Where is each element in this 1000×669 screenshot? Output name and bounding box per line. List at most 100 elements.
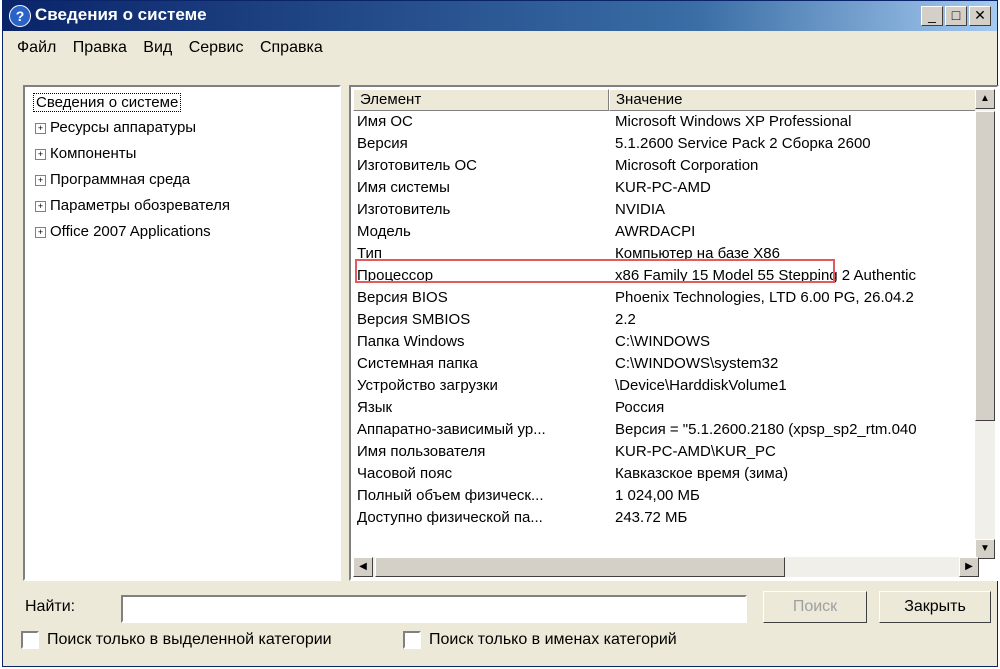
scroll-up-icon[interactable]: ▲ [975,89,995,109]
tree-item-label: Ресурсы аппаратуры [50,119,197,136]
row-element-name: Аппаратно-зависимый ур... [357,421,546,438]
row-element-value: \Device\HarddiskVolume1 [615,377,787,394]
row-element-name: Имя ОС [357,113,413,130]
menu-view[interactable]: Вид [143,39,172,57]
table-row[interactable]: Язык Россия [357,397,983,419]
window-title: Сведения о системе [35,5,207,24]
table-row[interactable]: Имя ОС Microsoft Windows XP Professional [357,111,983,133]
row-element-name: Версия SMBIOS [357,311,471,328]
row-element-name: Модель [357,223,411,240]
search-button[interactable]: Поиск [763,591,867,623]
tree-item-browser[interactable]: + Параметры обозревателя [35,197,230,214]
highlight-box [355,259,835,283]
checkbox-icon[interactable] [21,631,39,649]
tree-item-office[interactable]: + Office 2007 Applications [35,223,211,240]
table-row[interactable]: Изготовитель NVIDIA [357,199,983,221]
checkbox-label: Поиск только в именах категорий [429,631,677,649]
vertical-scroll-thumb[interactable] [975,111,995,421]
table-row[interactable]: Изготовитель ОС Microsoft Corporation [357,155,983,177]
row-element-value: 2.2 [615,311,636,328]
horizontal-scrollbar[interactable]: ◀ ▶ [353,557,979,577]
row-element-name: Изготовитель ОС [357,157,477,174]
tree-item-label: Программная среда [50,171,191,188]
find-input[interactable] [121,595,747,623]
row-element-value: C:\WINDOWS\system32 [615,355,779,372]
row-element-value: Microsoft Corporation [615,157,759,174]
row-element-value: 1 024,00 МБ [615,487,700,504]
menu-help[interactable]: Справка [260,39,323,57]
row-element-name: Язык [357,399,393,416]
row-element-value: Версия = "5.1.2600.2180 (xpsp_sp2_rtm.04… [615,421,917,438]
table-row[interactable]: Доступно физической па... 243.72 МБ [357,507,983,529]
close-window-button[interactable]: ✕ [969,6,991,26]
table-row[interactable]: Версия 5.1.2600 Service Pack 2 Сборка 260… [357,133,983,155]
table-row[interactable]: Модель AWRDACPI [357,221,983,243]
row-element-value: Microsoft Windows XP Professional [615,113,852,130]
row-element-name: Устройство загрузки [357,377,498,394]
menu-file[interactable]: Файл [17,39,56,57]
row-element-name: Папка Windows [357,333,465,350]
row-element-value: KUR-PC-AMD [615,179,711,196]
table-row[interactable]: Версия SMBIOS 2.2 [357,309,983,331]
scroll-right-icon[interactable]: ▶ [959,557,979,577]
details-table: Элемент Значение Имя ОС Microsoft Windows… [349,85,999,581]
row-element-value: Россия [615,399,665,416]
expand-icon[interactable]: + [35,174,46,186]
row-element-name: Полный объем физическ... [357,487,544,504]
column-header-element[interactable]: Элемент [353,89,609,111]
expand-icon[interactable]: + [35,148,46,160]
tree-root-item[interactable]: Сведения о системе [33,93,182,112]
row-element-value: Phoenix Technologies, LTD 6.00 PG, 26.04… [615,289,914,306]
table-row[interactable]: Имя пользователя KUR-PC-AMD\KUR_PC [357,441,983,463]
maximize-button[interactable]: □ [945,6,967,26]
scroll-down-icon[interactable]: ▼ [975,539,995,559]
checkbox-label: Поиск только в выделенной категории [47,631,332,649]
row-element-name: Изготовитель [357,201,451,218]
checkbox-selected-category[interactable]: Поиск только в выделенной категории [21,631,332,649]
scroll-left-icon[interactable]: ◀ [353,557,373,577]
table-row[interactable]: Имя системы KUR-PC-AMD [357,177,983,199]
system-info-window: ? Сведения о системе _ □ ✕ Файл Правка В… [2,0,999,667]
tree-item-components[interactable]: + Компоненты [35,145,136,162]
tree-item-label: Параметры обозревателя [50,197,231,214]
expand-icon[interactable]: + [35,226,46,238]
row-element-name: Имя пользователя [357,443,486,460]
close-button[interactable]: Закрыть [879,591,991,623]
expand-icon[interactable]: + [35,122,46,134]
menu-bar: Файл Правка Вид Сервис Справка [17,39,335,63]
table-row[interactable]: Аппаратно-зависимый ур... Версия = "5.1.2… [357,419,983,441]
vertical-scrollbar[interactable]: ▲ ▼ [975,89,995,559]
row-element-value: 5.1.2600 Service Pack 2 Сборка 2600 [615,135,871,152]
row-element-value: NVIDIA [615,201,666,218]
horizontal-scroll-thumb[interactable] [375,557,785,577]
column-header-value[interactable]: Значение [609,89,977,111]
row-element-name: Версия [357,135,408,152]
row-element-name: Системная папка [357,355,478,372]
table-row[interactable]: Часовой пояс Кавказское время (зима) [357,463,983,485]
row-element-name: Часовой пояс [357,465,453,482]
table-row[interactable]: Папка Windows C:\WINDOWS [357,331,983,353]
title-bar[interactable]: ? Сведения о системе _ □ ✕ [3,1,997,31]
row-element-value: KUR-PC-AMD\KUR_PC [615,443,776,460]
table-row[interactable]: Системная папка C:\WINDOWS\system32 [357,353,983,375]
row-element-name: Имя системы [357,179,450,196]
row-element-value: C:\WINDOWS [615,333,710,350]
tree-item-label: Office 2007 Applications [50,223,211,240]
tree-item-software[interactable]: + Программная среда [35,171,190,188]
table-row[interactable]: Версия BIOS Phoenix Technologies, LTD 6.0… [357,287,983,309]
checkbox-icon[interactable] [403,631,421,649]
checkbox-category-names[interactable]: Поиск только в именах категорий [403,631,677,649]
find-label: Найти: [25,598,76,615]
menu-tools[interactable]: Сервис [189,39,244,57]
row-element-value: Кавказское время (зима) [615,465,789,482]
expand-icon[interactable]: + [35,200,46,212]
row-element-value: AWRDACPI [615,223,696,240]
table-row[interactable]: Полный объем физическ... 1 024,00 МБ [357,485,983,507]
help-icon: ? [9,5,31,27]
menu-edit[interactable]: Правка [73,39,127,57]
row-element-name: Версия BIOS [357,289,448,306]
tree-item-hardware[interactable]: + Ресурсы аппаратуры [35,119,196,136]
minimize-button[interactable]: _ [921,6,943,26]
table-row[interactable]: Устройство загрузки \Device\HarddiskVolum… [357,375,983,397]
row-element-value: 243.72 МБ [615,509,688,526]
